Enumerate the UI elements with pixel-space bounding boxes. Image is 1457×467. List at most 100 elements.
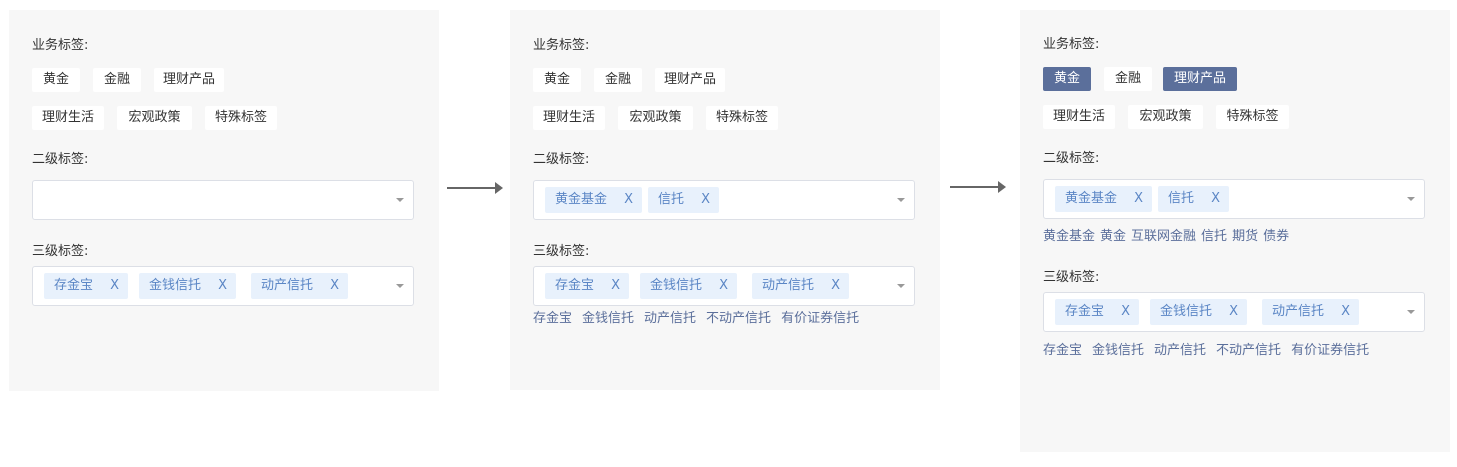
business-tag-chip[interactable]: 金融 <box>594 68 642 92</box>
level3-options: 存金宝 金钱信托 动产信托 不动产信托 有价证券信托 <box>533 311 869 327</box>
option-item[interactable]: 动产信托 <box>1154 343 1206 358</box>
selected-tag: 信托 X <box>1158 186 1229 212</box>
business-tag-chip[interactable]: 特殊标签 <box>1216 105 1289 129</box>
tag-label: 动产信托 <box>1272 304 1325 319</box>
option-item[interactable]: 有价证券信托 <box>1291 343 1369 358</box>
business-tag-chip[interactable]: 金融 <box>93 68 141 92</box>
selected-tag: 金钱信托 X <box>1150 299 1247 325</box>
business-tag-chip[interactable]: 理财生活 <box>533 106 605 130</box>
level3-options: 存金宝 金钱信托 动产信托 不动产信托 有价证券信托 <box>1043 343 1379 359</box>
business-tag-chip-selected[interactable]: 黄金 <box>1043 67 1091 91</box>
business-tags-label: 业务标签: <box>533 38 590 53</box>
business-tag-chip[interactable]: 宏观政策 <box>117 106 192 130</box>
option-item[interactable]: 黄金基金 <box>1043 229 1095 244</box>
business-tag-chip[interactable]: 理财生活 <box>1043 105 1115 129</box>
caret-down-icon <box>1407 310 1415 314</box>
selected-tag: 金钱信托 X <box>139 273 236 299</box>
tag-label: 存金宝 <box>1065 304 1105 319</box>
selected-tag: 存金宝 X <box>1055 299 1139 325</box>
caret-down-icon <box>396 198 404 202</box>
caret-down-icon <box>897 198 905 202</box>
close-icon[interactable]: X <box>831 273 840 299</box>
arrow-right-icon <box>447 182 503 194</box>
option-item[interactable]: 金钱信托 <box>1092 343 1144 358</box>
level3-tags-label: 三级标签: <box>533 244 590 259</box>
level3-select[interactable]: 存金宝 X 金钱信托 X 动产信托 X <box>1043 292 1425 332</box>
close-icon[interactable]: X <box>330 273 339 299</box>
caret-down-icon <box>396 284 404 288</box>
level2-tags-label: 二级标签: <box>32 152 89 167</box>
business-tag-chip[interactable]: 宏观政策 <box>618 106 693 130</box>
business-tag-chip-selected[interactable]: 理财产品 <box>1163 67 1237 91</box>
option-item[interactable]: 存金宝 <box>1043 343 1082 358</box>
tag-label: 信托 <box>1168 191 1195 206</box>
tag-editor-panel-1: 业务标签: 黄金 金融 理财产品 理财生活 宏观政策 特殊标签 二级标签: 三级… <box>9 10 439 391</box>
close-icon[interactable]: X <box>611 273 620 299</box>
option-item[interactable]: 黄金 <box>1100 229 1126 244</box>
level3-select[interactable]: 存金宝 X 金钱信托 X 动产信托 X <box>533 266 915 306</box>
level2-options: 黄金基金 黄金 互联网金融 信托 期货 债券 <box>1043 229 1294 245</box>
business-tag-chip[interactable]: 黄金 <box>32 68 80 92</box>
close-icon[interactable]: X <box>1134 186 1143 212</box>
selected-tag: 金钱信托 X <box>640 273 737 299</box>
business-tags-label: 业务标签: <box>32 38 89 53</box>
level3-tags-label: 三级标签: <box>1043 270 1100 285</box>
business-tag-chip[interactable]: 理财产品 <box>655 68 725 92</box>
selected-tag: 信托 X <box>648 187 719 213</box>
tag-label: 动产信托 <box>261 278 314 293</box>
caret-down-icon <box>1407 197 1415 201</box>
selected-tag: 黄金基金 X <box>545 187 642 213</box>
close-icon[interactable]: X <box>110 273 119 299</box>
level2-select[interactable]: 黄金基金 X 信托 X <box>533 180 915 220</box>
business-tag-chip[interactable]: 黄金 <box>533 68 581 92</box>
business-tags-label: 业务标签: <box>1043 37 1100 52</box>
option-item[interactable]: 债券 <box>1263 229 1289 244</box>
close-icon[interactable]: X <box>218 273 227 299</box>
business-tag-chip[interactable]: 宏观政策 <box>1128 105 1203 129</box>
option-item[interactable]: 动产信托 <box>644 311 696 326</box>
business-tag-chip[interactable]: 理财产品 <box>154 68 224 92</box>
option-item[interactable]: 信托 <box>1201 229 1227 244</box>
business-tag-chip[interactable]: 特殊标签 <box>706 106 778 130</box>
business-tag-chip[interactable]: 特殊标签 <box>205 106 277 130</box>
option-item[interactable]: 金钱信托 <box>582 311 634 326</box>
tag-label: 存金宝 <box>54 278 94 293</box>
option-item[interactable]: 存金宝 <box>533 311 572 326</box>
selected-tag: 动产信托 X <box>251 273 348 299</box>
option-item[interactable]: 有价证券信托 <box>781 311 859 326</box>
close-icon[interactable]: X <box>1211 186 1220 212</box>
close-icon[interactable]: X <box>1229 299 1238 325</box>
close-icon[interactable]: X <box>701 187 710 213</box>
level2-select[interactable]: 黄金基金 X 信托 X <box>1043 179 1425 219</box>
close-icon[interactable]: X <box>1121 299 1130 325</box>
tag-editor-panel-3: 业务标签: 黄金 金融 理财产品 理财生活 宏观政策 特殊标签 二级标签: 黄金… <box>1020 10 1450 452</box>
selected-tag: 动产信托 X <box>1262 299 1359 325</box>
level2-select[interactable] <box>32 180 414 220</box>
selected-tag: 存金宝 X <box>44 273 128 299</box>
selected-tag: 存金宝 X <box>545 273 629 299</box>
option-item[interactable]: 期货 <box>1232 229 1258 244</box>
business-tag-chip[interactable]: 理财生活 <box>32 106 104 130</box>
selected-tag: 黄金基金 X <box>1055 186 1152 212</box>
close-icon[interactable]: X <box>719 273 728 299</box>
tag-label: 动产信托 <box>762 278 815 293</box>
tag-label: 黄金基金 <box>1065 191 1118 206</box>
close-icon[interactable]: X <box>1341 299 1350 325</box>
level2-tags-label: 二级标签: <box>1043 151 1100 166</box>
tag-label: 金钱信托 <box>650 278 703 293</box>
option-item[interactable]: 不动产信托 <box>1216 343 1281 358</box>
option-item[interactable]: 不动产信托 <box>706 311 771 326</box>
level3-tags-label: 三级标签: <box>32 244 89 259</box>
level3-select[interactable]: 存金宝 X 金钱信托 X 动产信托 X <box>32 266 414 306</box>
arrow-right-icon <box>950 181 1006 193</box>
tag-label: 金钱信托 <box>1160 304 1213 319</box>
caret-down-icon <box>897 284 905 288</box>
option-item[interactable]: 互联网金融 <box>1131 229 1196 244</box>
business-tag-chip[interactable]: 金融 <box>1104 67 1152 91</box>
close-icon[interactable]: X <box>624 187 633 213</box>
selected-tag: 动产信托 X <box>752 273 849 299</box>
tag-editor-panel-2: 业务标签: 黄金 金融 理财产品 理财生活 宏观政策 特殊标签 二级标签: 黄金… <box>510 10 940 390</box>
tag-label: 金钱信托 <box>149 278 202 293</box>
tag-label: 黄金基金 <box>555 192 608 207</box>
tag-label: 信托 <box>658 192 685 207</box>
